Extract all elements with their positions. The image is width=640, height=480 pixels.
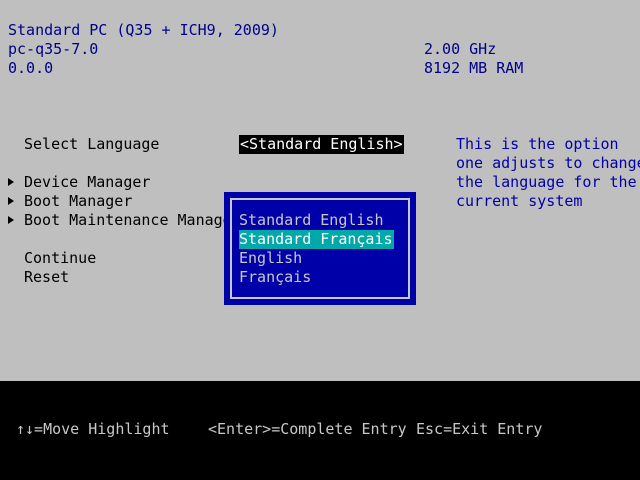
language-value-field[interactable]: <Standard English>: [239, 135, 404, 154]
footer-move-highlight: ↑↓=Move Highlight: [16, 420, 170, 438]
machine-name: Standard PC (Q35 + ICH9, 2009): [8, 21, 279, 39]
reset-item[interactable]: Reset: [24, 268, 69, 287]
machine-version: pc-q35-7.0: [8, 40, 99, 58]
footer-exit-entry: Esc=Exit Entry: [416, 420, 543, 438]
select-language-label: Select Language: [24, 135, 160, 153]
help-text-line-2: one adjusts to change: [456, 154, 640, 172]
footer-complete-entry: <Enter>=Complete Entry: [208, 420, 407, 438]
ram-size: 8192 MB RAM: [424, 59, 524, 77]
triangle-right-icon: [8, 178, 14, 186]
device-manager-item[interactable]: Device Manager: [24, 173, 150, 192]
help-text-line-4: current system: [456, 192, 583, 210]
boot-maintenance-manager-item[interactable]: Boot Maintenance Manager: [24, 211, 241, 230]
language-option-standard-english[interactable]: Standard English: [239, 211, 384, 230]
bios-screen: Standard PC (Q35 + ICH9, 2009) pc-q35-7.…: [0, 0, 640, 480]
triangle-right-icon: [8, 197, 14, 205]
language-option-francais[interactable]: Français: [239, 268, 311, 287]
language-option-standard-francais[interactable]: Standard Français: [239, 230, 394, 249]
continue-item[interactable]: Continue: [24, 249, 96, 268]
setup-main-area: Standard PC (Q35 + ICH9, 2009) pc-q35-7.…: [0, 0, 640, 381]
cpu-speed: 2.00 GHz: [424, 40, 497, 58]
help-text-line-3: the language for the: [456, 173, 637, 191]
triangle-right-icon: [8, 216, 14, 224]
language-option-english[interactable]: English: [239, 249, 302, 268]
firmware-version: 0.0.0: [8, 59, 54, 77]
help-text-line-1: This is the option: [456, 135, 619, 153]
boot-manager-item[interactable]: Boot Manager: [24, 192, 132, 211]
